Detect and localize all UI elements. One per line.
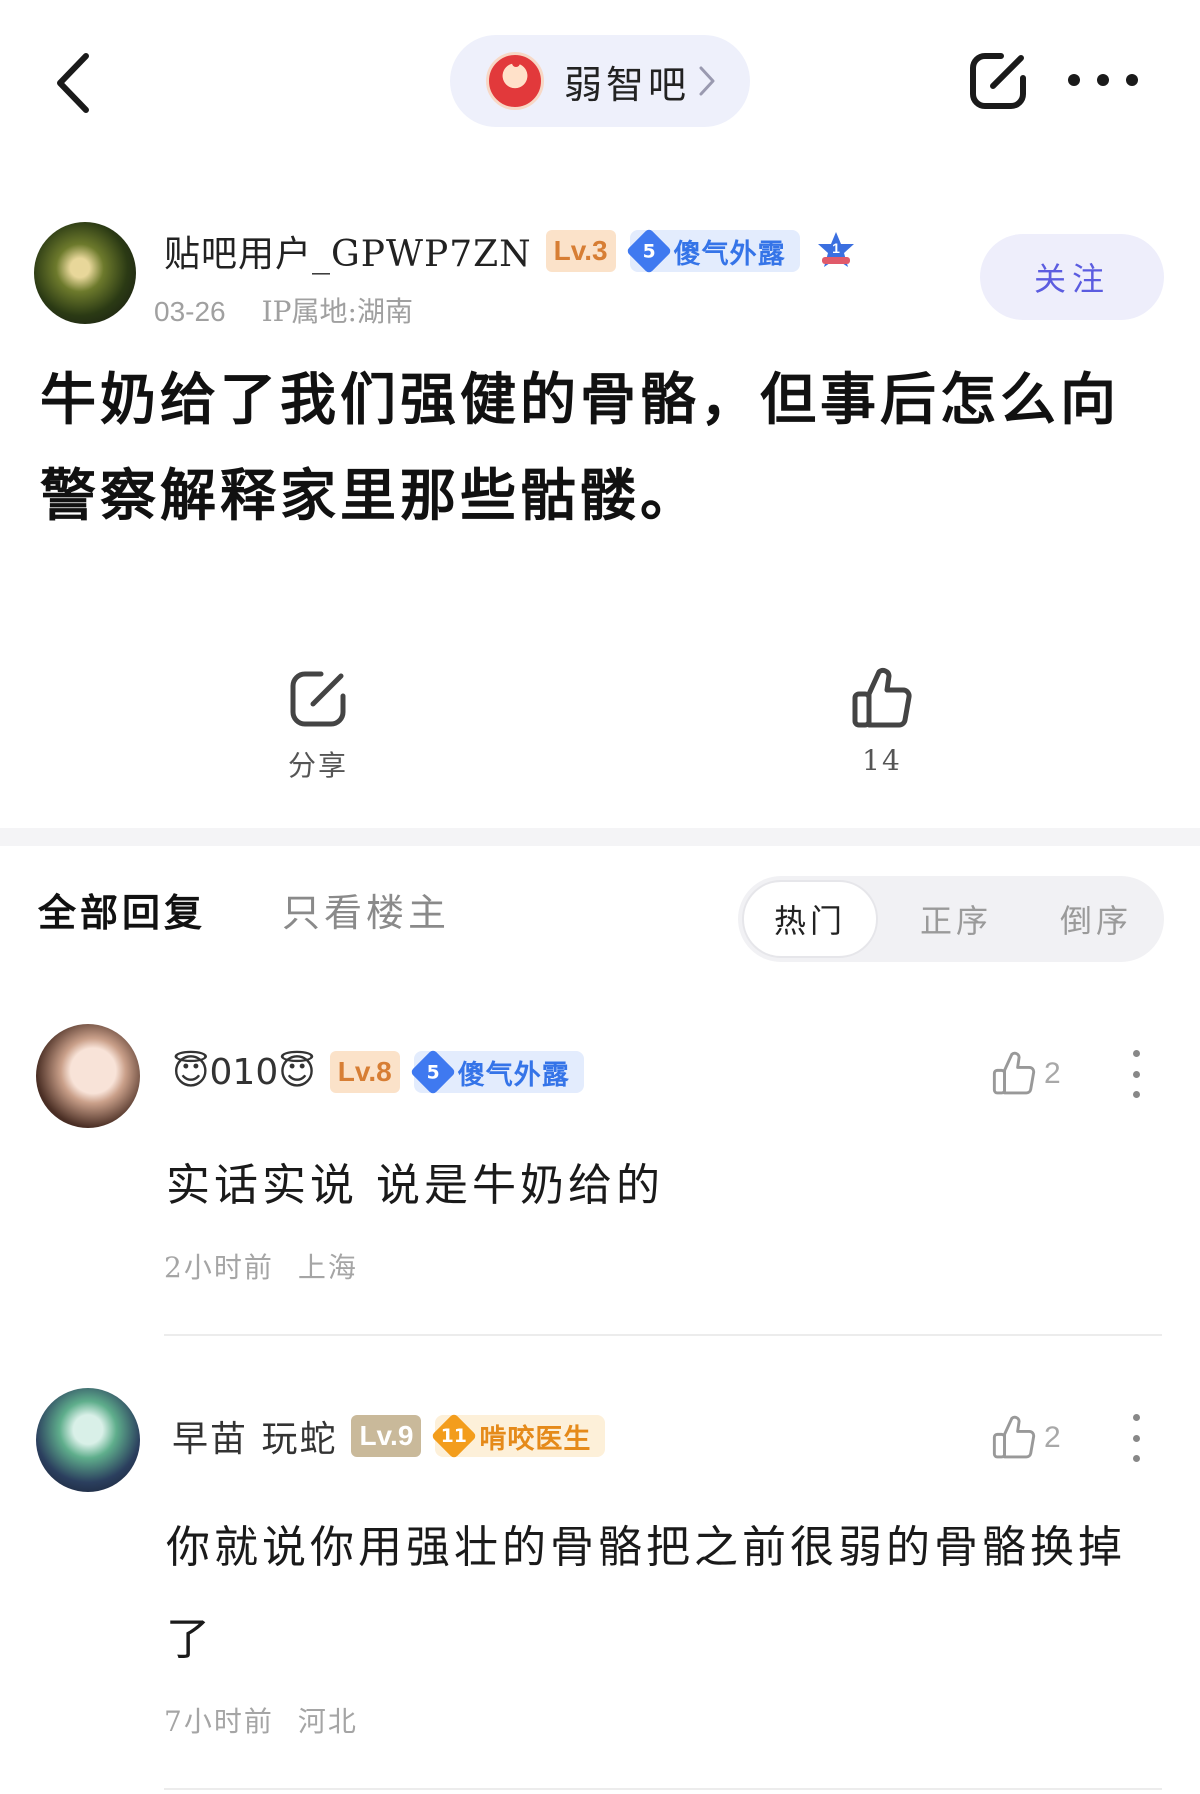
share-edit-button[interactable] xyxy=(965,48,1031,114)
comment-divider xyxy=(164,1788,1162,1790)
follow-button[interactable]: 关注 xyxy=(980,234,1164,320)
chevron-right-icon xyxy=(699,66,715,96)
svg-text:1: 1 xyxy=(832,240,840,256)
title-badge: 5 傻气外露 xyxy=(625,227,800,275)
share-label: 分享 xyxy=(287,749,348,782)
post-meta: 03-26 IP属地:湖南 xyxy=(154,290,413,330)
title-badge-label: 傻气外露 xyxy=(673,238,786,270)
comment-like-count: 2 xyxy=(1044,1421,1061,1454)
comment-time: 7小时前 xyxy=(164,1705,274,1738)
title-level-icon: 11 xyxy=(431,1412,478,1460)
comment-avatar[interactable] xyxy=(36,1388,140,1492)
thumb-up-icon xyxy=(992,1051,1036,1095)
thumb-up-icon xyxy=(852,667,912,728)
like-button[interactable]: 14 xyxy=(812,666,952,777)
title-level-icon: 5 xyxy=(625,227,672,275)
back-icon xyxy=(57,53,89,113)
comment-text: 你就说你用强壮的骨骼把之前很弱的骨骼换掉了 xyxy=(166,1522,1126,1665)
more-icon-dot xyxy=(1097,74,1109,86)
forum-avatar xyxy=(486,52,544,110)
comment-meta: 2小时前 上海 xyxy=(164,1246,358,1286)
comment-divider xyxy=(164,1334,1162,1336)
level-badge: Lv.3 xyxy=(545,230,616,272)
comment-meta: 7小时前 河北 xyxy=(164,1700,358,1740)
thumb-up-icon xyxy=(992,1415,1036,1459)
comment-time: 2小时前 xyxy=(164,1251,274,1284)
comment-header: 😇010😇 Lv.8 5 傻气外露 xyxy=(172,1042,584,1102)
sort-hot[interactable]: 热门 xyxy=(742,880,878,958)
title-level-icon: 5 xyxy=(409,1048,456,1096)
edit-share-icon xyxy=(970,53,1026,109)
more-icon-dot xyxy=(1126,74,1138,86)
title-badge: 5 傻气外露 xyxy=(409,1048,584,1096)
level-badge: Lv.8 xyxy=(329,1051,400,1093)
tab-owner-only[interactable]: 只看楼主 xyxy=(282,882,450,937)
comment-text: 实话实说 说是牛奶给的 xyxy=(166,1160,664,1211)
comment-location: 上海 xyxy=(297,1251,358,1284)
post-date: 03-26 xyxy=(154,296,226,327)
comment-header: 早苗 玩蛇 Lv.9 11 啃咬医生 xyxy=(172,1406,606,1466)
sort-toggle: 热门 正序 倒序 xyxy=(738,876,1164,962)
comment-avatar[interactable] xyxy=(36,1024,140,1128)
level-badge: Lv.9 xyxy=(351,1415,422,1457)
author-name[interactable]: 贴吧用户_GPWP7ZN xyxy=(164,225,532,277)
comment-location: 河北 xyxy=(297,1705,358,1738)
section-divider xyxy=(0,828,1200,846)
comment-like-count: 2 xyxy=(1044,1057,1061,1090)
more-vertical-icon[interactable] xyxy=(1124,1414,1148,1462)
author-avatar[interactable] xyxy=(34,222,136,324)
sort-ascending[interactable]: 正序 xyxy=(888,876,1024,962)
title-badge: 11 啃咬医生 xyxy=(431,1412,606,1460)
forum-entry-button[interactable]: 弱智吧 xyxy=(450,35,750,127)
more-icon-dot xyxy=(1068,74,1080,86)
more-vertical-icon[interactable] xyxy=(1124,1050,1148,1098)
comment-like-button[interactable]: 2 xyxy=(990,1048,1061,1100)
like-count: 14 xyxy=(862,744,902,777)
more-options-button[interactable] xyxy=(1068,60,1138,100)
title-badge-label: 傻气外露 xyxy=(457,1059,570,1091)
ip-location: IP属地:湖南 xyxy=(261,295,413,328)
comment-author-name[interactable]: 😇010😇 xyxy=(172,1052,316,1093)
title-badge-label: 啃咬医生 xyxy=(479,1423,592,1455)
sort-descending[interactable]: 倒序 xyxy=(1028,876,1164,962)
tab-all-replies[interactable]: 全部回复 xyxy=(38,882,206,937)
comment-like-button[interactable]: 2 xyxy=(990,1412,1061,1464)
rank-icon: 1 xyxy=(817,232,854,267)
comment-author-name[interactable]: 早苗 玩蛇 xyxy=(172,1410,337,1462)
edit-share-icon xyxy=(290,671,346,727)
forum-name: 弱智吧 xyxy=(564,62,691,107)
author-info: 贴吧用户_GPWP7ZN Lv.3 5 傻气外露 1 xyxy=(164,222,858,280)
post-content: 牛奶给了我们强健的骨骼，但事后怎么向警察解释家里那些骷髅。 xyxy=(40,367,1120,529)
share-button[interactable]: 分享 xyxy=(248,666,388,784)
top-nav-bar: 弱智吧 xyxy=(0,0,1200,170)
back-button[interactable] xyxy=(50,48,100,118)
